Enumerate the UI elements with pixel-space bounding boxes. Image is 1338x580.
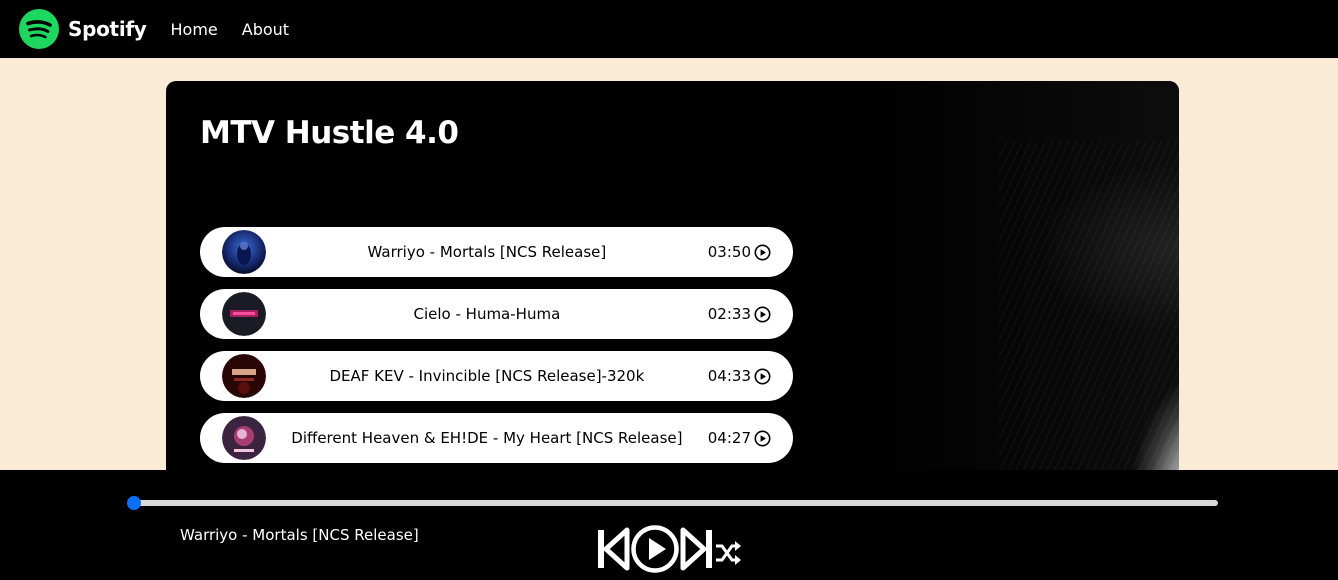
song-name: Warriyo - Mortals [NCS Release]: [367, 243, 607, 261]
brand-name: Spotify: [68, 17, 147, 41]
shuffle-icon[interactable]: [714, 538, 742, 568]
song-duration: 02:33: [708, 305, 771, 323]
now-playing-title: Warriyo - Mortals [NCS Release]: [180, 526, 419, 544]
song-item[interactable]: Different Heaven & EH!DE - My Heart [NCS…: [200, 413, 793, 463]
background-image: [859, 81, 1179, 501]
song-list: Warriyo - Mortals [NCS Release] 03:50 Ci…: [200, 227, 793, 475]
play-circle-icon[interactable]: [754, 244, 771, 261]
song-cover: [222, 292, 266, 336]
song-cover: [222, 230, 266, 274]
navbar: Spotify Home About: [0, 0, 1338, 58]
song-name: Cielo - Huma-Huma: [413, 305, 561, 323]
progress-bar[interactable]: [127, 496, 1218, 510]
playlist-container: MTV Hustle 4.0 Warriyo - Mortals [NCS Re…: [166, 81, 1179, 501]
song-duration: 04:27: [708, 429, 771, 447]
play-main-icon[interactable]: [630, 524, 680, 574]
player-controls: [596, 524, 742, 574]
skip-forward-icon[interactable]: [680, 526, 714, 572]
nav-link-home[interactable]: Home: [171, 20, 218, 39]
song-name: DEAF KEV - Invincible [NCS Release]-320k: [329, 367, 645, 385]
player-bar: Warriyo - Mortals [NCS Release]: [0, 470, 1338, 580]
playlist-title: MTV Hustle 4.0: [200, 115, 459, 151]
song-cover: [222, 416, 266, 460]
play-circle-icon[interactable]: [754, 430, 771, 447]
play-circle-icon[interactable]: [754, 306, 771, 323]
brand-logo[interactable]: Spotify: [19, 9, 147, 49]
spotify-logo-icon: [19, 9, 59, 49]
nav-link-about[interactable]: About: [242, 20, 289, 39]
song-item[interactable]: DEAF KEV - Invincible [NCS Release]-320k…: [200, 351, 793, 401]
song-item[interactable]: Cielo - Huma-Huma 02:33: [200, 289, 793, 339]
progress-thumb[interactable]: [127, 496, 141, 510]
play-circle-icon[interactable]: [754, 368, 771, 385]
song-name: Different Heaven & EH!DE - My Heart [NCS…: [291, 429, 683, 447]
song-item[interactable]: Warriyo - Mortals [NCS Release] 03:50: [200, 227, 793, 277]
song-duration: 04:33: [708, 367, 771, 385]
song-cover: [222, 354, 266, 398]
skip-back-icon[interactable]: [596, 526, 630, 572]
song-duration: 03:50: [708, 243, 771, 261]
